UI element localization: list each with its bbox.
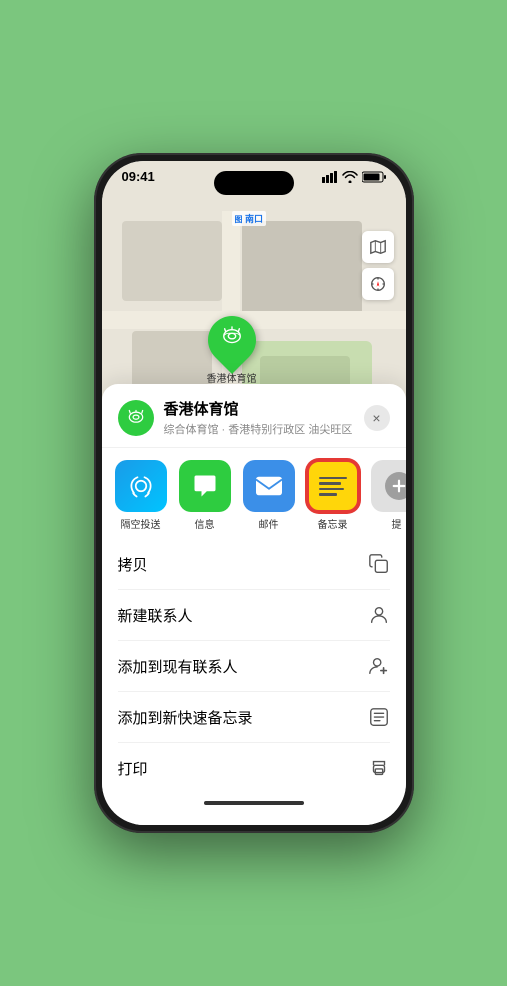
share-item-more[interactable]: 提 <box>368 460 406 531</box>
share-item-notes[interactable]: 备忘录 <box>304 460 362 531</box>
more-svg <box>392 479 406 493</box>
messages-icon <box>179 460 231 512</box>
signal-icon <box>322 171 338 183</box>
share-row: 隔空投送 信息 <box>102 448 406 539</box>
venue-icon <box>126 408 146 428</box>
action-quick-note-label: 添加到新快速备忘录 <box>118 707 253 728</box>
notes-icon <box>307 460 359 512</box>
copy-icon <box>368 553 390 575</box>
action-add-quick-note[interactable]: 添加到新快速备忘录 <box>118 692 390 743</box>
stadium-marker[interactable]: 香港体育馆 <box>207 316 257 385</box>
notes-line <box>319 493 337 496</box>
battery-icon <box>362 171 386 183</box>
mail-icon <box>243 460 295 512</box>
share-item-airdrop[interactable]: 隔空投送 <box>112 460 170 531</box>
notes-line <box>319 488 344 491</box>
notes-line <box>319 477 347 480</box>
compass-icon <box>369 275 387 293</box>
action-new-contact-label: 新建联系人 <box>118 605 193 626</box>
stadium-svg-icon <box>221 326 243 348</box>
home-indicator <box>204 801 304 805</box>
close-button[interactable]: × <box>364 405 390 431</box>
action-copy-label: 拷贝 <box>118 554 148 575</box>
new-contact-icon <box>368 604 390 626</box>
bottom-sheet: 香港体育馆 综合体育馆 · 香港特别行政区 油尖旺区 × <box>102 384 406 825</box>
print-icon <box>368 757 390 779</box>
action-add-existing-label: 添加到现有联系人 <box>118 656 238 677</box>
stadium-icon <box>221 326 243 354</box>
action-copy[interactable]: 拷贝 <box>118 539 390 590</box>
notes-line <box>319 482 341 485</box>
phone-frame: 09:41 <box>94 153 414 833</box>
airdrop-svg <box>127 472 155 500</box>
map-controls <box>362 231 394 300</box>
more-icon <box>371 460 406 512</box>
phone-screen: 09:41 <box>102 161 406 825</box>
more-circle <box>385 472 406 500</box>
dynamic-island <box>214 171 294 195</box>
share-item-mail[interactable]: 邮件 <box>240 460 298 531</box>
messages-svg <box>191 472 219 500</box>
share-item-messages[interactable]: 信息 <box>176 460 234 531</box>
map-view-toggle[interactable] <box>362 231 394 263</box>
mail-label: 邮件 <box>259 516 279 531</box>
add-contact-icon <box>368 655 390 677</box>
mail-svg <box>254 473 284 499</box>
map-block <box>132 331 212 391</box>
location-button[interactable] <box>362 268 394 300</box>
map-block <box>122 221 222 301</box>
action-print-label: 打印 <box>118 758 148 779</box>
messages-label: 信息 <box>195 516 215 531</box>
location-header: 香港体育馆 综合体育馆 · 香港特别行政区 油尖旺区 × <box>102 384 406 448</box>
more-label: 提 <box>392 516 402 531</box>
location-info: 香港体育馆 综合体育馆 · 香港特别行政区 油尖旺区 <box>164 398 364 437</box>
action-list: 拷贝 新建联系人 添加到现有联系人 <box>102 539 406 793</box>
action-add-existing-contact[interactable]: 添加到现有联系人 <box>118 641 390 692</box>
status-icons <box>322 171 386 183</box>
status-time: 09:41 <box>122 169 155 184</box>
map-block <box>242 221 362 321</box>
airdrop-icon <box>115 460 167 512</box>
action-print[interactable]: 打印 <box>118 743 390 793</box>
action-new-contact[interactable]: 新建联系人 <box>118 590 390 641</box>
wifi-icon <box>342 171 358 183</box>
quick-note-icon <box>368 706 390 728</box>
notes-lines <box>314 471 352 502</box>
location-name: 香港体育馆 <box>164 398 364 419</box>
map-label-nankou: 图 南口 <box>232 211 267 226</box>
notes-label: 备忘录 <box>318 516 348 531</box>
marker-icon-bg <box>198 306 266 374</box>
airdrop-label: 隔空投送 <box>121 516 161 531</box>
location-icon-bg <box>118 400 154 436</box>
map-icon <box>369 238 387 256</box>
location-subtitle: 综合体育馆 · 香港特别行政区 油尖旺区 <box>164 421 364 437</box>
